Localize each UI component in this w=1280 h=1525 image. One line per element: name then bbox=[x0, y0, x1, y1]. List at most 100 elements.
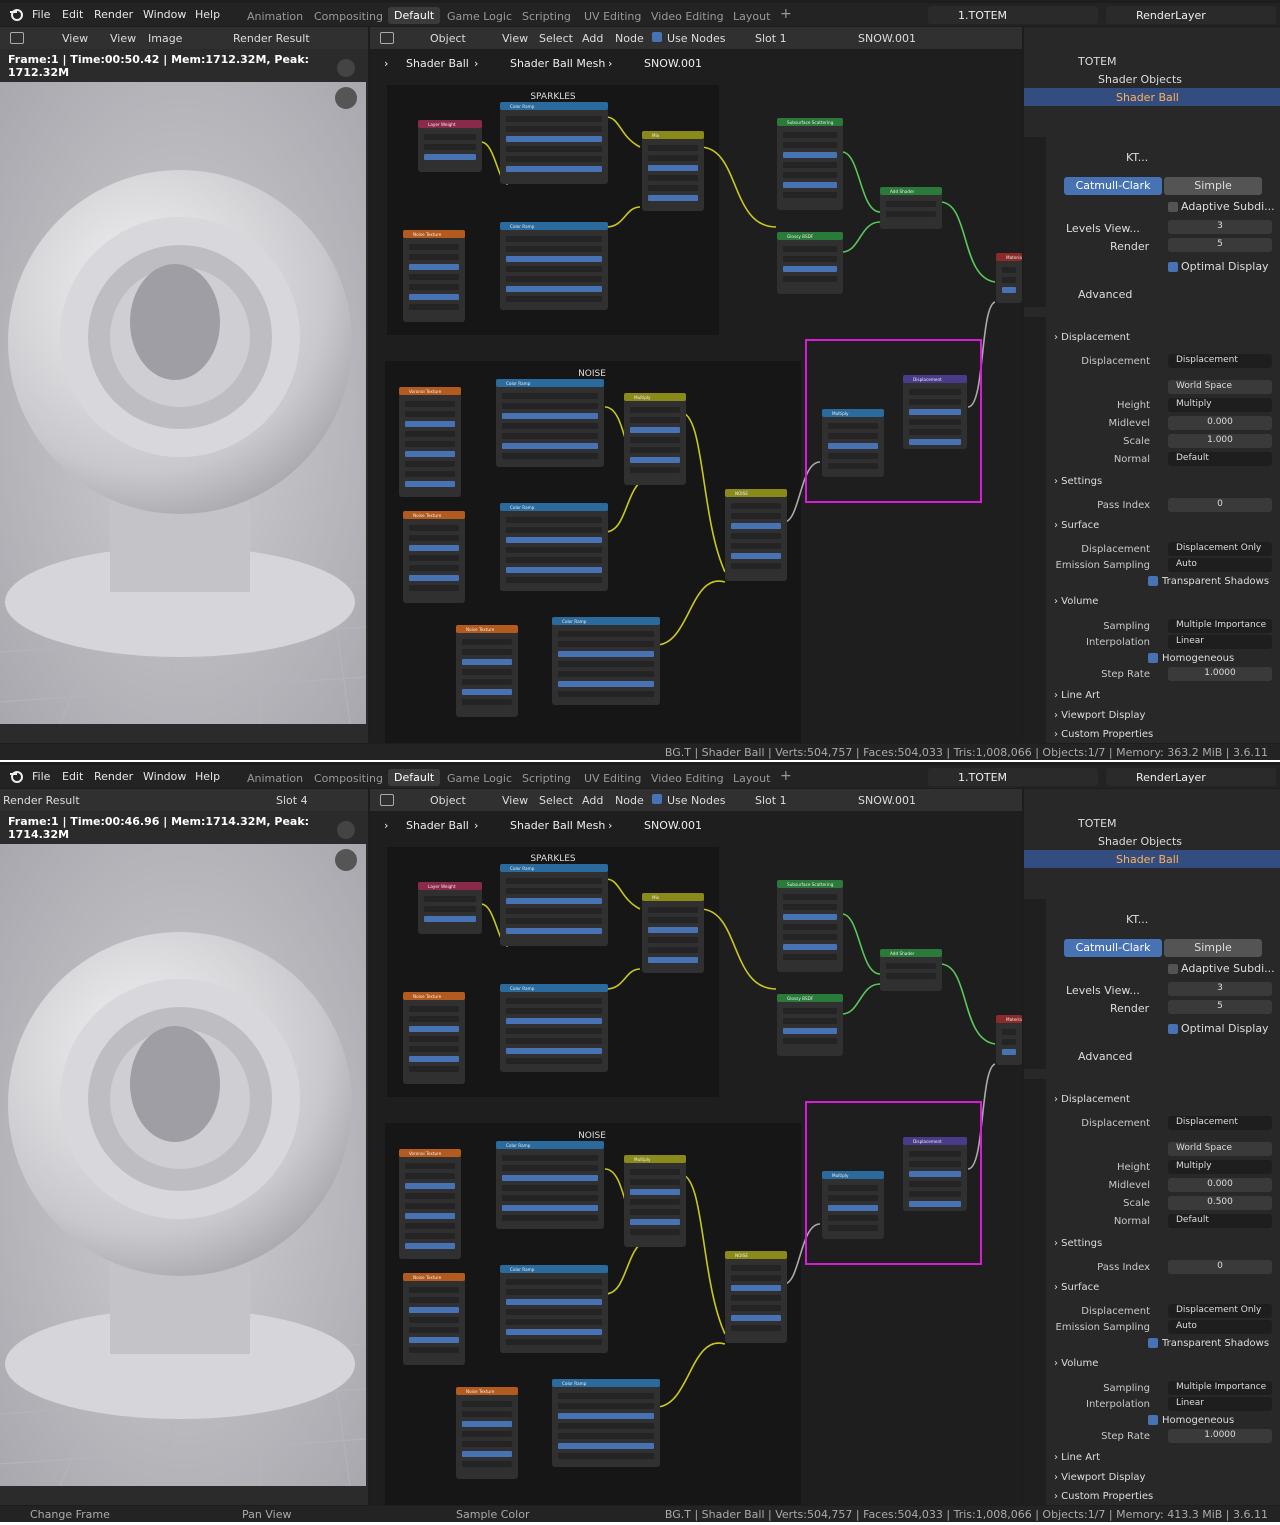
menu-select[interactable]: Select bbox=[539, 794, 573, 807]
node-add-shader[interactable]: Add Shader bbox=[880, 949, 942, 991]
node-color-ramp[interactable]: Color Ramp bbox=[500, 984, 608, 1072]
menu-window[interactable]: Window bbox=[143, 8, 186, 21]
node-glossy-bsdf[interactable]: Glossy BSDF bbox=[777, 994, 843, 1056]
space-dropdown[interactable]: World Space bbox=[1168, 380, 1272, 394]
scene-name[interactable]: 1.TOTEM bbox=[958, 771, 1007, 784]
menu-file[interactable]: File bbox=[32, 770, 50, 783]
material-name-field[interactable]: SNOW.001 bbox=[858, 794, 916, 807]
tab-layout[interactable]: Layout bbox=[733, 10, 770, 23]
property-tabs[interactable] bbox=[1024, 317, 1046, 743]
node-color-ramp[interactable]: Color Ramp bbox=[496, 1141, 604, 1229]
simple-toggle[interactable]: Simple bbox=[1164, 177, 1262, 195]
menu-render[interactable]: Render bbox=[94, 770, 133, 783]
catmull-clark-toggle[interactable]: Catmull-Clark bbox=[1064, 177, 1162, 195]
modifier-name[interactable]: KT... bbox=[1126, 913, 1148, 926]
node-noise-multiply[interactable]: NOISE bbox=[725, 1251, 787, 1343]
material-slot-selector[interactable]: Slot 1 bbox=[755, 794, 787, 807]
step-rate-field[interactable]: 1.0000 bbox=[1168, 1429, 1272, 1443]
node-add-shader[interactable]: Add Shader bbox=[880, 187, 942, 229]
blender-logo-icon[interactable] bbox=[9, 769, 23, 783]
material-slot-selector[interactable]: Slot 1 bbox=[755, 32, 787, 45]
menu-file[interactable]: File bbox=[32, 8, 50, 21]
outliner-item-shader-ball[interactable]: Shader Ball bbox=[1024, 850, 1280, 868]
tab-layout[interactable]: Layout bbox=[733, 772, 770, 785]
image-name-field[interactable]: Render Result bbox=[233, 32, 310, 45]
homogeneous-checkbox[interactable] bbox=[1148, 653, 1158, 663]
advanced-section[interactable]: Advanced bbox=[1078, 288, 1132, 301]
simple-toggle[interactable]: Simple bbox=[1164, 939, 1262, 957]
interpolation-dropdown[interactable]: Linear bbox=[1168, 635, 1272, 649]
menu-view[interactable]: View bbox=[62, 32, 88, 45]
node-displacement[interactable]: Displacement bbox=[903, 1137, 967, 1211]
outliner-item-totem[interactable]: TOTEM bbox=[1024, 52, 1280, 70]
normal-field[interactable]: Default bbox=[1168, 1214, 1272, 1228]
menu-help[interactable]: Help bbox=[195, 770, 220, 783]
node-noise-texture[interactable]: Noise Texture bbox=[403, 230, 465, 322]
tab-scripting[interactable]: Scripting bbox=[522, 10, 571, 23]
material-name-field[interactable]: SNOW.001 bbox=[858, 32, 916, 45]
render-image[interactable] bbox=[0, 844, 366, 1486]
displacement-field[interactable]: Displacement bbox=[1168, 1116, 1272, 1130]
advanced-section[interactable]: Advanced bbox=[1078, 1050, 1132, 1063]
section-surface[interactable]: › Surface bbox=[1054, 520, 1099, 531]
node-subsurface-scattering[interactable]: Subsurface Scattering bbox=[777, 880, 843, 972]
view-layer-name[interactable]: RenderLayer bbox=[1136, 9, 1206, 22]
node-color-ramp[interactable]: Color Ramp bbox=[552, 617, 660, 705]
optimal-display-checkbox[interactable] bbox=[1168, 1024, 1178, 1034]
menu-edit[interactable]: Edit bbox=[62, 8, 83, 21]
tab-uv-editing[interactable]: UV Editing bbox=[584, 772, 641, 785]
node-color-ramp[interactable]: Color Ramp bbox=[552, 1379, 660, 1467]
menu-select[interactable]: Select bbox=[539, 32, 573, 45]
tab-video-editing[interactable]: Video Editing bbox=[651, 10, 724, 23]
tab-compositing[interactable]: Compositing bbox=[314, 772, 383, 785]
node-noise-texture[interactable]: Noise Texture bbox=[456, 1387, 518, 1479]
section-settings[interactable]: › Settings bbox=[1054, 476, 1102, 487]
view-layer-selector[interactable]: RenderLayer bbox=[1106, 6, 1276, 24]
step-rate-field[interactable]: 1.0000 bbox=[1168, 667, 1272, 681]
height-field[interactable]: Multiply bbox=[1168, 1160, 1272, 1174]
space-dropdown[interactable]: World Space bbox=[1168, 1142, 1272, 1156]
menu-window[interactable]: Window bbox=[143, 770, 186, 783]
node-noise-texture[interactable]: Noise Texture bbox=[403, 992, 465, 1084]
section-volume[interactable]: › Volume bbox=[1054, 596, 1098, 607]
node-mix[interactable]: Mix bbox=[642, 131, 704, 211]
node-subsurface-scattering[interactable]: Subsurface Scattering bbox=[777, 118, 843, 210]
section-settings[interactable]: › Settings bbox=[1054, 1238, 1102, 1249]
menu-help[interactable]: Help bbox=[195, 8, 220, 21]
menu-render[interactable]: Render bbox=[94, 8, 133, 21]
object-mode-selector[interactable]: Object bbox=[430, 32, 466, 45]
property-tabs[interactable] bbox=[1024, 1079, 1046, 1505]
tab-default[interactable]: Default bbox=[388, 769, 441, 786]
section-displacement[interactable]: › Displacement bbox=[1054, 1094, 1130, 1105]
menu-node[interactable]: Node bbox=[615, 794, 644, 807]
tab-default[interactable]: Default bbox=[388, 7, 441, 24]
view-layer-selector[interactable]: RenderLayer bbox=[1106, 768, 1276, 786]
transparent-shadows-checkbox[interactable] bbox=[1148, 576, 1158, 586]
optimal-display-checkbox[interactable] bbox=[1168, 262, 1178, 272]
breadcrumb-item-mesh[interactable]: Shader Ball Mesh bbox=[510, 57, 605, 70]
emission-sampling-dropdown[interactable]: Auto bbox=[1168, 1320, 1272, 1334]
outliner-item-shader-objects[interactable]: Shader Objects bbox=[1024, 832, 1280, 850]
tab-game-logic[interactable]: Game Logic bbox=[447, 772, 512, 785]
render-result-selector[interactable]: Render Result bbox=[3, 794, 80, 807]
pan-hand-icon[interactable] bbox=[335, 849, 357, 871]
blender-logo-icon[interactable] bbox=[9, 7, 23, 21]
node-color-ramp[interactable]: Color Ramp bbox=[500, 1265, 608, 1353]
levels-field[interactable]: 3 bbox=[1168, 220, 1272, 234]
scene-selector[interactable]: 1.TOTEM bbox=[928, 6, 1098, 24]
tab-scripting[interactable]: Scripting bbox=[522, 772, 571, 785]
homogeneous-checkbox[interactable] bbox=[1148, 1415, 1158, 1425]
sampling-dropdown[interactable]: Multiple Importance bbox=[1168, 1381, 1272, 1395]
modifier-tab-strip[interactable] bbox=[1024, 137, 1046, 307]
menu-view[interactable]: View bbox=[502, 794, 528, 807]
render-image[interactable] bbox=[0, 82, 366, 724]
tab-animation[interactable]: Animation bbox=[247, 10, 303, 23]
node-color-ramp[interactable]: Color Ramp bbox=[496, 379, 604, 467]
transparent-shadows-checkbox[interactable] bbox=[1148, 1338, 1158, 1348]
section-custom-properties[interactable]: › Custom Properties bbox=[1054, 1491, 1153, 1502]
scale-field[interactable]: 0.500 bbox=[1168, 1196, 1272, 1210]
height-field[interactable]: Multiply bbox=[1168, 398, 1272, 412]
breadcrumb-item-object[interactable]: Shader Ball bbox=[406, 819, 469, 832]
menu-view-2[interactable]: View bbox=[110, 32, 136, 45]
node-glossy-bsdf[interactable]: Glossy BSDF bbox=[777, 232, 843, 294]
